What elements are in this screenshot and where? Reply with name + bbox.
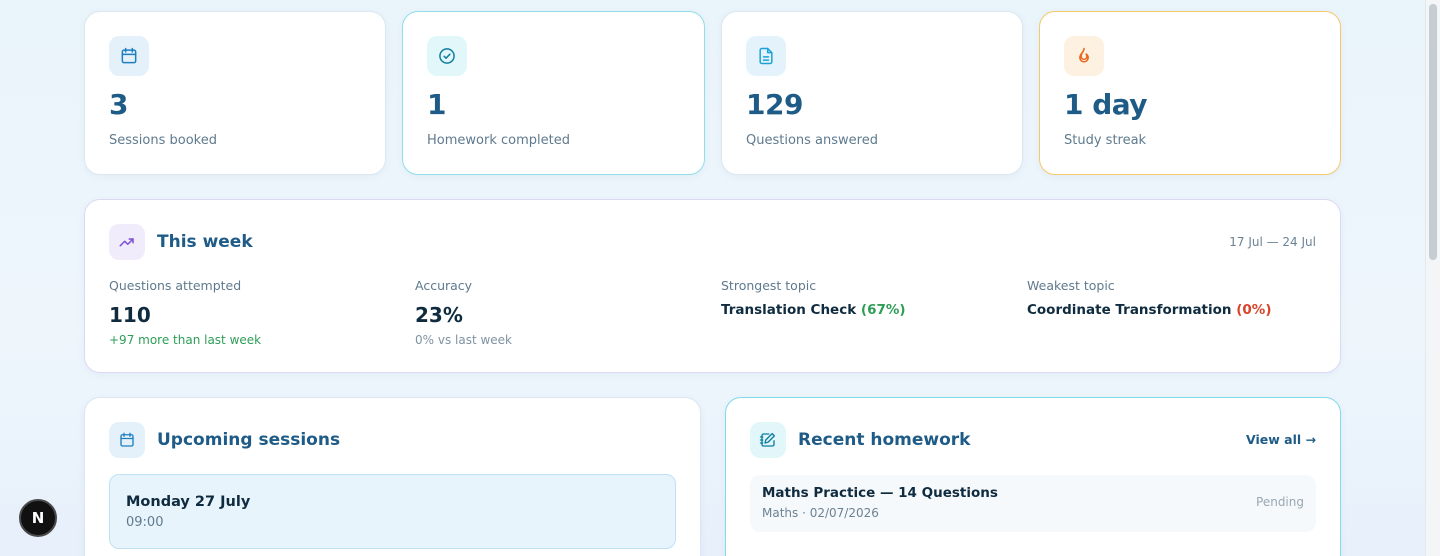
- badge-letter: N: [31, 509, 45, 527]
- topic-line: Coordinate Transformation (0%): [1027, 302, 1272, 318]
- status-badge: Pending: [1256, 495, 1304, 509]
- topic-line: Translation Check (67%): [721, 302, 906, 318]
- section-title: Recent homework: [798, 430, 971, 450]
- section-title: This week: [157, 232, 253, 252]
- stat-label: Sessions booked: [109, 133, 217, 148]
- view-all-link[interactable]: View all →: [1246, 432, 1316, 447]
- this-week-header: This week: [109, 224, 253, 260]
- homework-title: Maths Practice — 14 Questions: [762, 485, 998, 501]
- stat-card-homework: 1 Homework completed: [402, 11, 705, 175]
- document-icon: [746, 36, 786, 76]
- recent-homework-card: Recent homework View all → Maths Practic…: [725, 397, 1341, 556]
- stat-value: 1 day: [1064, 88, 1148, 121]
- session-time: 09:00: [126, 515, 164, 530]
- stat-value: 3: [109, 88, 128, 121]
- scrollbar[interactable]: [1425, 0, 1440, 556]
- nextjs-dev-badge[interactable]: N: [19, 499, 57, 537]
- stat-value: 1: [427, 88, 446, 121]
- topic-percent: (0%): [1236, 302, 1272, 318]
- homework-meta: Maths · 02/07/2026: [762, 506, 879, 520]
- recent-homework-header: Recent homework: [750, 422, 970, 458]
- stat-value: 129: [746, 88, 803, 121]
- metric-value: 23%: [415, 303, 463, 327]
- flame-icon: [1064, 36, 1104, 76]
- section-title: Upcoming sessions: [157, 430, 341, 450]
- upcoming-sessions-card: Upcoming sessions Monday 27 July 09:00: [84, 397, 701, 556]
- metric-change: +97 more than last week: [109, 333, 262, 347]
- trending-up-icon: [109, 224, 145, 260]
- topic-name: Coordinate Transformation: [1027, 302, 1232, 318]
- session-day: Monday 27 July: [126, 494, 251, 510]
- stat-card-questions: 129 Questions answered: [721, 11, 1023, 175]
- stat-label: Questions answered: [746, 133, 878, 148]
- scrollbar-thumb[interactable]: [1429, 4, 1437, 260]
- notebook-pen-icon: [750, 422, 786, 458]
- questions-attempted-metric: Questions attempted 110 +97 more than la…: [109, 278, 261, 347]
- stat-card-sessions: 3 Sessions booked: [84, 11, 386, 175]
- accuracy-metric: Accuracy 23% 0% vs last week: [415, 278, 512, 347]
- calendar-icon: [109, 36, 149, 76]
- metric-label: Weakest topic: [1027, 278, 1115, 293]
- metric-label: Questions attempted: [109, 278, 242, 293]
- topic-name: Translation Check: [721, 302, 857, 318]
- this-week-card: This week 17 Jul — 24 Jul Questions atte…: [84, 199, 1341, 373]
- upcoming-sessions-header: Upcoming sessions: [109, 422, 340, 458]
- metric-value: 110: [109, 303, 151, 327]
- calendar-icon: [109, 422, 145, 458]
- stat-card-streak: 1 day Study streak: [1039, 11, 1341, 175]
- metric-label: Accuracy: [415, 278, 473, 293]
- weakest-topic-metric: Weakest topic Coordinate Transformation …: [1027, 278, 1272, 318]
- stat-label: Homework completed: [427, 133, 570, 148]
- check-circle-icon: [427, 36, 467, 76]
- date-range: 17 Jul — 24 Jul: [1229, 235, 1316, 249]
- topic-percent: (67%): [860, 302, 906, 318]
- metric-change: 0% vs last week: [415, 333, 513, 347]
- stat-label: Study streak: [1064, 133, 1147, 148]
- strongest-topic-metric: Strongest topic Translation Check (67%): [721, 278, 906, 318]
- metric-label: Strongest topic: [721, 278, 817, 293]
- homework-item[interactable]: Maths Practice — 14 Questions Maths · 02…: [750, 475, 1316, 532]
- session-item[interactable]: Monday 27 July 09:00: [109, 474, 676, 549]
